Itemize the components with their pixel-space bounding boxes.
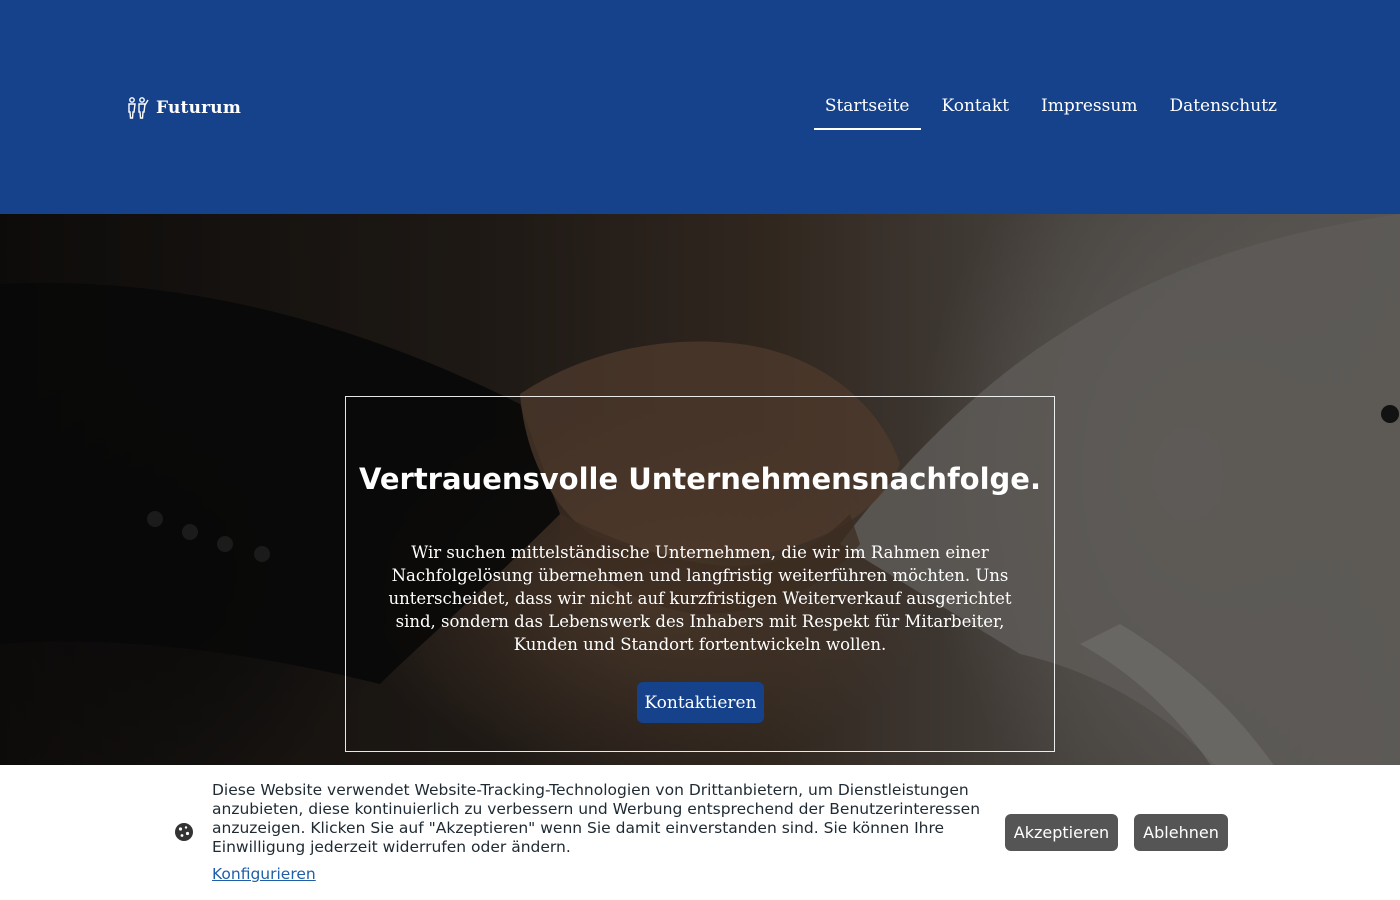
nav-item-impressum[interactable]: Impressum bbox=[1030, 92, 1148, 130]
cookie-icon bbox=[175, 823, 193, 841]
site-header: Futurum Startseite Kontakt Impressum Dat… bbox=[0, 0, 1400, 214]
cookie-notice-text: Diese Website verwendet Website-Tracking… bbox=[212, 781, 981, 856]
hero-description: Wir suchen mittelständische Unternehmen,… bbox=[388, 543, 1012, 654]
nav-item-kontakt[interactable]: Kontakt bbox=[931, 92, 1021, 130]
nav-item-startseite[interactable]: Startseite bbox=[813, 92, 921, 130]
contact-button[interactable]: Kontaktieren bbox=[637, 682, 764, 723]
hero-title: Vertrauensvolle Unternehmensnachfolge. bbox=[358, 462, 1041, 496]
cookie-banner: Diese Website verwendet Website-Tracking… bbox=[0, 765, 1400, 900]
configure-link[interactable]: Konfigurieren bbox=[212, 865, 316, 883]
nav-item-datenschutz[interactable]: Datenschutz bbox=[1158, 92, 1288, 130]
people-logo-icon bbox=[128, 97, 149, 119]
logo[interactable]: Futurum bbox=[126, 94, 241, 122]
decline-button[interactable]: Ablehnen bbox=[1134, 814, 1228, 851]
brand-name: Futurum bbox=[156, 98, 242, 118]
hero-content-box: Vertrauensvolle Unternehmensnachfolge. W… bbox=[345, 396, 1055, 752]
main-nav: Startseite Kontakt Impressum Datenschutz bbox=[804, 92, 1288, 130]
accept-button[interactable]: Akzeptieren bbox=[1005, 814, 1118, 851]
